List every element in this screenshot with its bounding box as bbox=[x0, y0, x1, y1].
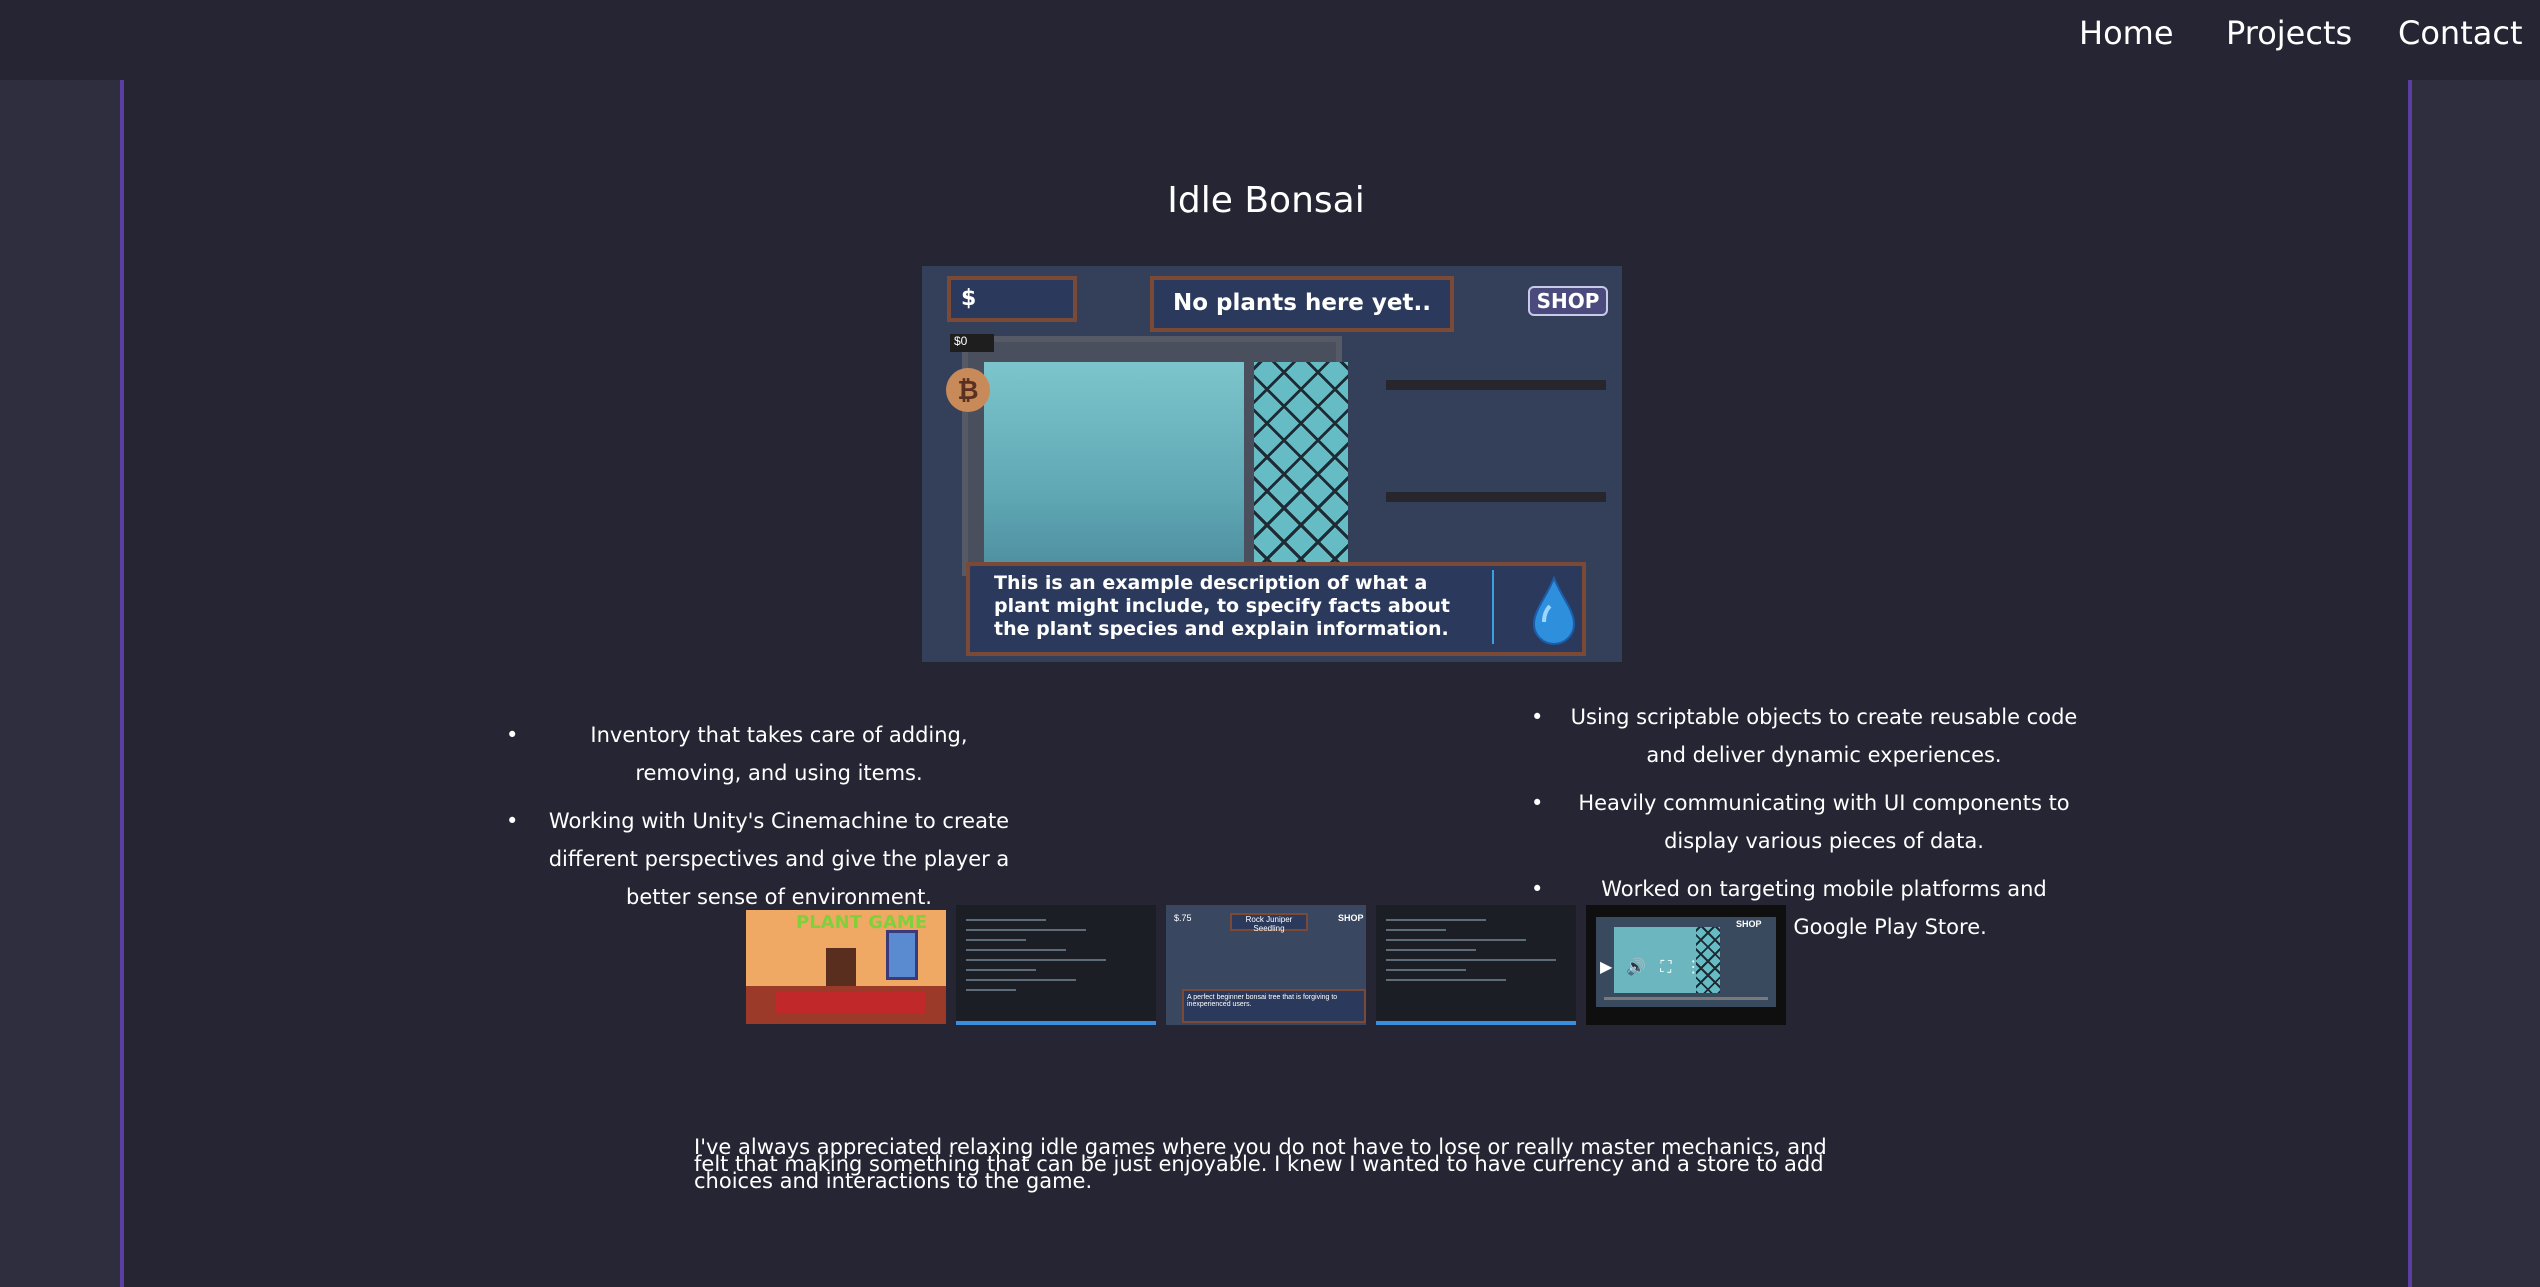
gallery-thumbnail-3[interactable]: $.75 Rock Juniper Seedling SHOP A perfec… bbox=[1166, 905, 1366, 1025]
video-controls[interactable]: ▶🔊⛶⋮ bbox=[1600, 957, 1715, 977]
project-main-screenshot: $ No plants here yet.. SHOP $0 ₿ This is… bbox=[922, 266, 1622, 662]
project-description: I've always appreciated relaxing idle ga… bbox=[694, 1135, 1827, 1193]
project-panel: Idle Bonsai $ No plants here yet.. SHOP … bbox=[120, 80, 2412, 1287]
gallery-video-thumbnail[interactable]: SHOP ▶🔊⛶⋮ bbox=[1586, 905, 1786, 1025]
video-progress-bar[interactable] bbox=[1604, 997, 1768, 1000]
feature-item: Working with Unity's Cinemachine to crea… bbox=[506, 802, 1014, 916]
thumbnail-rug bbox=[776, 992, 926, 1014]
feature-list-left: Inventory that takes care of adding, rem… bbox=[506, 716, 1014, 926]
money-value: $0 bbox=[950, 334, 994, 352]
gallery-thumbnail-2[interactable] bbox=[956, 905, 1156, 1025]
feature-item: Heavily communicating with UI components… bbox=[1531, 784, 2079, 860]
feature-item: Inventory that takes care of adding, rem… bbox=[506, 716, 1014, 792]
money-label: $ bbox=[961, 286, 977, 311]
water-drop-icon bbox=[1532, 575, 1576, 645]
shop-badge: SHOP bbox=[1528, 286, 1608, 316]
money-panel: $ bbox=[947, 276, 1077, 322]
panel-divider bbox=[1492, 570, 1494, 644]
money-bag-icon: ₿ bbox=[946, 368, 990, 412]
gallery-thumbnail-4[interactable] bbox=[1376, 905, 1576, 1025]
thumbnail-desc: A perfect beginner bonsai tree that is f… bbox=[1182, 989, 1366, 1023]
thumbnail-header: Rock Juniper Seedling bbox=[1230, 913, 1308, 933]
top-navbar: Home Projects Contact bbox=[0, 0, 2540, 80]
feature-item: Using scriptable objects to create reusa… bbox=[1531, 698, 2079, 774]
video-shop: SHOP bbox=[1736, 919, 1762, 929]
thumbnail-shop: SHOP bbox=[1338, 913, 1364, 923]
nav-contact-link[interactable]: Contact bbox=[2398, 14, 2523, 52]
plant-description-text: This is an example description of what a… bbox=[994, 572, 1450, 640]
window-scene bbox=[962, 336, 1348, 582]
project-title: Idle Bonsai bbox=[1167, 180, 1365, 221]
plant-name-banner: No plants here yet.. bbox=[1150, 276, 1454, 332]
shelf bbox=[1386, 380, 1606, 390]
nav-projects-link[interactable]: Projects bbox=[2226, 14, 2352, 52]
nav-home-link[interactable]: Home bbox=[2079, 14, 2174, 52]
thumbnail-money: $.75 bbox=[1174, 913, 1192, 923]
plant-description-panel: This is an example description of what a… bbox=[966, 562, 1586, 656]
thumbnail-window bbox=[886, 930, 918, 980]
window-glass bbox=[984, 362, 1244, 582]
gallery-thumbnail-1[interactable]: PLANT GAME bbox=[746, 910, 946, 1024]
window-lattice bbox=[1254, 362, 1348, 582]
shelf bbox=[1386, 492, 1606, 502]
